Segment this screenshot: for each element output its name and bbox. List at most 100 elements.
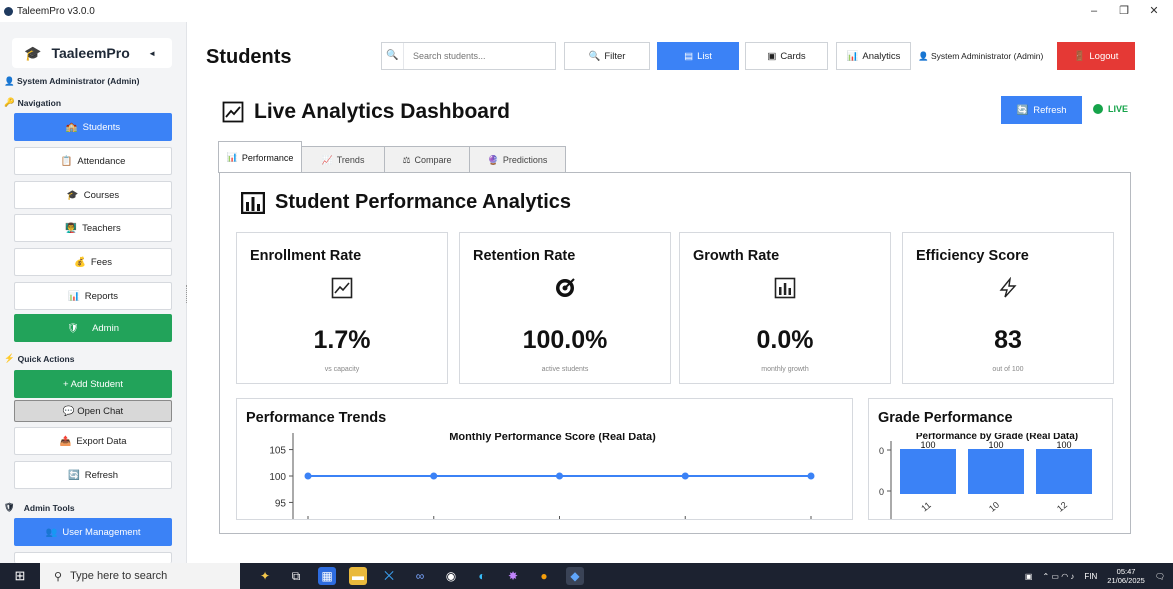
app-logo-icon xyxy=(4,6,13,16)
sidebar-item-label: Attendance xyxy=(77,155,126,167)
search-box[interactable]: 🔍 xyxy=(381,42,556,70)
user-management-button[interactable]: 👥 User Management xyxy=(14,518,172,546)
bar-chart-icon: 📊 xyxy=(67,290,80,302)
filter-button[interactable]: 🔍 Filter xyxy=(564,42,650,70)
trending-up-icon xyxy=(237,277,447,305)
sidebar-item-attendance[interactable]: 📋 Attendance xyxy=(14,147,172,175)
key-icon: 🔑 xyxy=(4,97,15,107)
tray-icons[interactable]: ⌃ ▭ ◠ ♪ xyxy=(1042,572,1074,581)
export-icon: 📤 xyxy=(59,435,72,447)
live-dot-icon xyxy=(1093,104,1103,114)
bar-chart-icon: 📊 xyxy=(846,50,859,62)
tray-app-icon[interactable]: ▣ xyxy=(1025,572,1033,581)
app-icon[interactable]: ✸ xyxy=(504,567,522,585)
y-tick-label: 0 xyxy=(879,446,884,456)
tab-trends[interactable]: 📈 Trends xyxy=(301,146,385,173)
x-tick-label: 11 xyxy=(919,500,933,514)
task-view-icon[interactable]: ⧉ xyxy=(287,567,305,585)
logout-button[interactable]: 🚪 Logout xyxy=(1057,42,1135,70)
sidebar-item-fees[interactable]: 💰 Fees xyxy=(14,248,172,276)
sidebar-item-students[interactable]: 🏫 Students xyxy=(14,113,172,141)
bar xyxy=(1036,449,1092,494)
y-tick-label: 105 xyxy=(269,446,286,457)
users-icon: 👥 xyxy=(45,526,58,538)
metric-label: Retention Rate xyxy=(473,248,576,264)
list-view-button[interactable]: ▤ List xyxy=(657,42,739,70)
sidebar-item-teachers[interactable]: 👨‍🏫 Teachers xyxy=(14,214,172,242)
cards-icon: ▣ xyxy=(767,50,777,62)
app-icon[interactable]: ◐ xyxy=(473,567,491,585)
sidebar-brand: 🎓 TaaleemPro ◄ xyxy=(12,38,172,68)
sidebar-item-label: Fees xyxy=(90,256,112,268)
metric-label: Efficiency Score xyxy=(916,248,1029,264)
minimize-button[interactable]: – xyxy=(1079,0,1109,22)
admin-tools-header: 🛡 Admin Tools xyxy=(4,502,75,513)
data-point xyxy=(304,472,312,480)
live-indicator: LIVE xyxy=(1093,104,1128,114)
file-explorer-icon[interactable]: ▬ xyxy=(349,567,367,585)
github-icon[interactable]: ◉ xyxy=(442,567,460,585)
tab-predictions[interactable]: 🔮 Predictions xyxy=(469,146,566,173)
app-icon[interactable]: ∞ xyxy=(411,567,429,585)
y-tick-label: 95 xyxy=(275,498,287,509)
sidebar-refresh-button[interactable]: 🔄 Refresh xyxy=(14,461,172,489)
calculator-icon[interactable]: ▦ xyxy=(318,567,336,585)
x-tick-label: 12 xyxy=(1055,500,1069,514)
open-chat-button[interactable]: 💬 Open Chat xyxy=(14,400,172,422)
sidebar-item-reports[interactable]: 📊 Reports xyxy=(14,282,172,310)
sidebar-item-admin[interactable]: 🛡 Admin xyxy=(14,314,172,342)
admin-tools-header-label: Admin Tools xyxy=(23,502,75,513)
sidebar-item-label: Admin xyxy=(92,322,119,334)
sidebar-item-label: Students xyxy=(82,121,121,133)
logout-icon: 🚪 xyxy=(1073,50,1086,62)
graduation-cap-icon: 🎓 xyxy=(66,189,79,201)
brand-name: TaaleemPro xyxy=(51,45,130,61)
sidebar-item-label: Courses xyxy=(83,189,120,201)
sidebar-item-partial[interactable] xyxy=(14,552,172,563)
collapse-sidebar-button[interactable]: ◄ xyxy=(148,49,156,58)
sidebar-item-courses[interactable]: 🎓 Courses xyxy=(14,181,172,209)
metric-subtitle: active students xyxy=(541,366,589,373)
analytics-button[interactable]: 📊 Analytics xyxy=(836,42,911,70)
language-indicator[interactable]: FIN xyxy=(1084,572,1097,581)
filter-icon: 🔍 xyxy=(588,50,601,62)
grade-performance-card: Grade Performance Performance by Grade (… xyxy=(868,398,1113,520)
performance-trends-card: Performance Trends Monthly Performance S… xyxy=(236,398,853,520)
close-button[interactable]: ✕ xyxy=(1139,0,1169,22)
graduation-cap-icon: 🎓 xyxy=(24,44,42,61)
tab-performance[interactable]: 📊 Performance xyxy=(218,141,302,173)
system-tray: ▣ ⌃ ▭ ◠ ♪ FIN 05:47 21/06/2025 🗨 xyxy=(1025,563,1173,589)
chart-title: Monthly Performance Score (Real Data) xyxy=(449,433,656,443)
trends-line-chart: Monthly Performance Score (Real Data) 95 1… xyxy=(269,433,815,519)
clock[interactable]: 05:47 21/06/2025 xyxy=(1107,567,1145,585)
vscode-icon[interactable]: ⨉ xyxy=(380,567,398,585)
search-input[interactable] xyxy=(404,51,554,61)
metric-card-growth: Growth Rate 0.0% monthly growth xyxy=(679,232,891,384)
export-data-label: Export Data xyxy=(76,435,127,447)
add-student-button[interactable]: + Add Student xyxy=(14,370,172,398)
notifications-icon[interactable]: 🗨 xyxy=(1155,572,1165,581)
tab-compare[interactable]: ⚖ Compare xyxy=(384,146,470,173)
dashboard-refresh-label: Refresh xyxy=(1033,104,1067,116)
dashboard-title: Live Analytics Dashboard xyxy=(222,100,510,124)
chrome-icon[interactable]: ● xyxy=(535,567,553,585)
panel-title-text: Student Performance Analytics xyxy=(275,191,572,213)
open-chat-label: 💬 Open Chat xyxy=(62,405,124,417)
metric-card-efficiency: Efficiency Score 83 out of 100 xyxy=(902,232,1114,384)
taskbar-search[interactable]: ⚲ Type here to search xyxy=(40,563,240,589)
filter-label: Filter xyxy=(604,50,626,62)
windows-start-button[interactable]: ⊞ xyxy=(0,563,40,589)
cards-view-button[interactable]: ▣ Cards xyxy=(745,42,828,70)
dashboard-refresh-button[interactable]: 🔄 Refresh xyxy=(1001,96,1082,124)
metric-card-retention: Retention Rate 100.0% active students xyxy=(459,232,671,384)
sidebar-splitter[interactable] xyxy=(186,285,188,303)
money-bag-icon: 💰 xyxy=(74,256,86,268)
export-data-button[interactable]: 📤 Export Data xyxy=(14,427,172,455)
window-controls: – ❐ ✕ xyxy=(1079,0,1169,22)
maximize-button[interactable]: ❐ xyxy=(1109,0,1139,22)
sidebar-item-label: Teachers xyxy=(82,222,121,234)
data-point xyxy=(556,472,563,480)
python-icon[interactable]: ◆ xyxy=(566,567,584,585)
copilot-icon[interactable]: ✦ xyxy=(256,567,274,585)
clipboard-icon: 📋 xyxy=(60,155,73,167)
